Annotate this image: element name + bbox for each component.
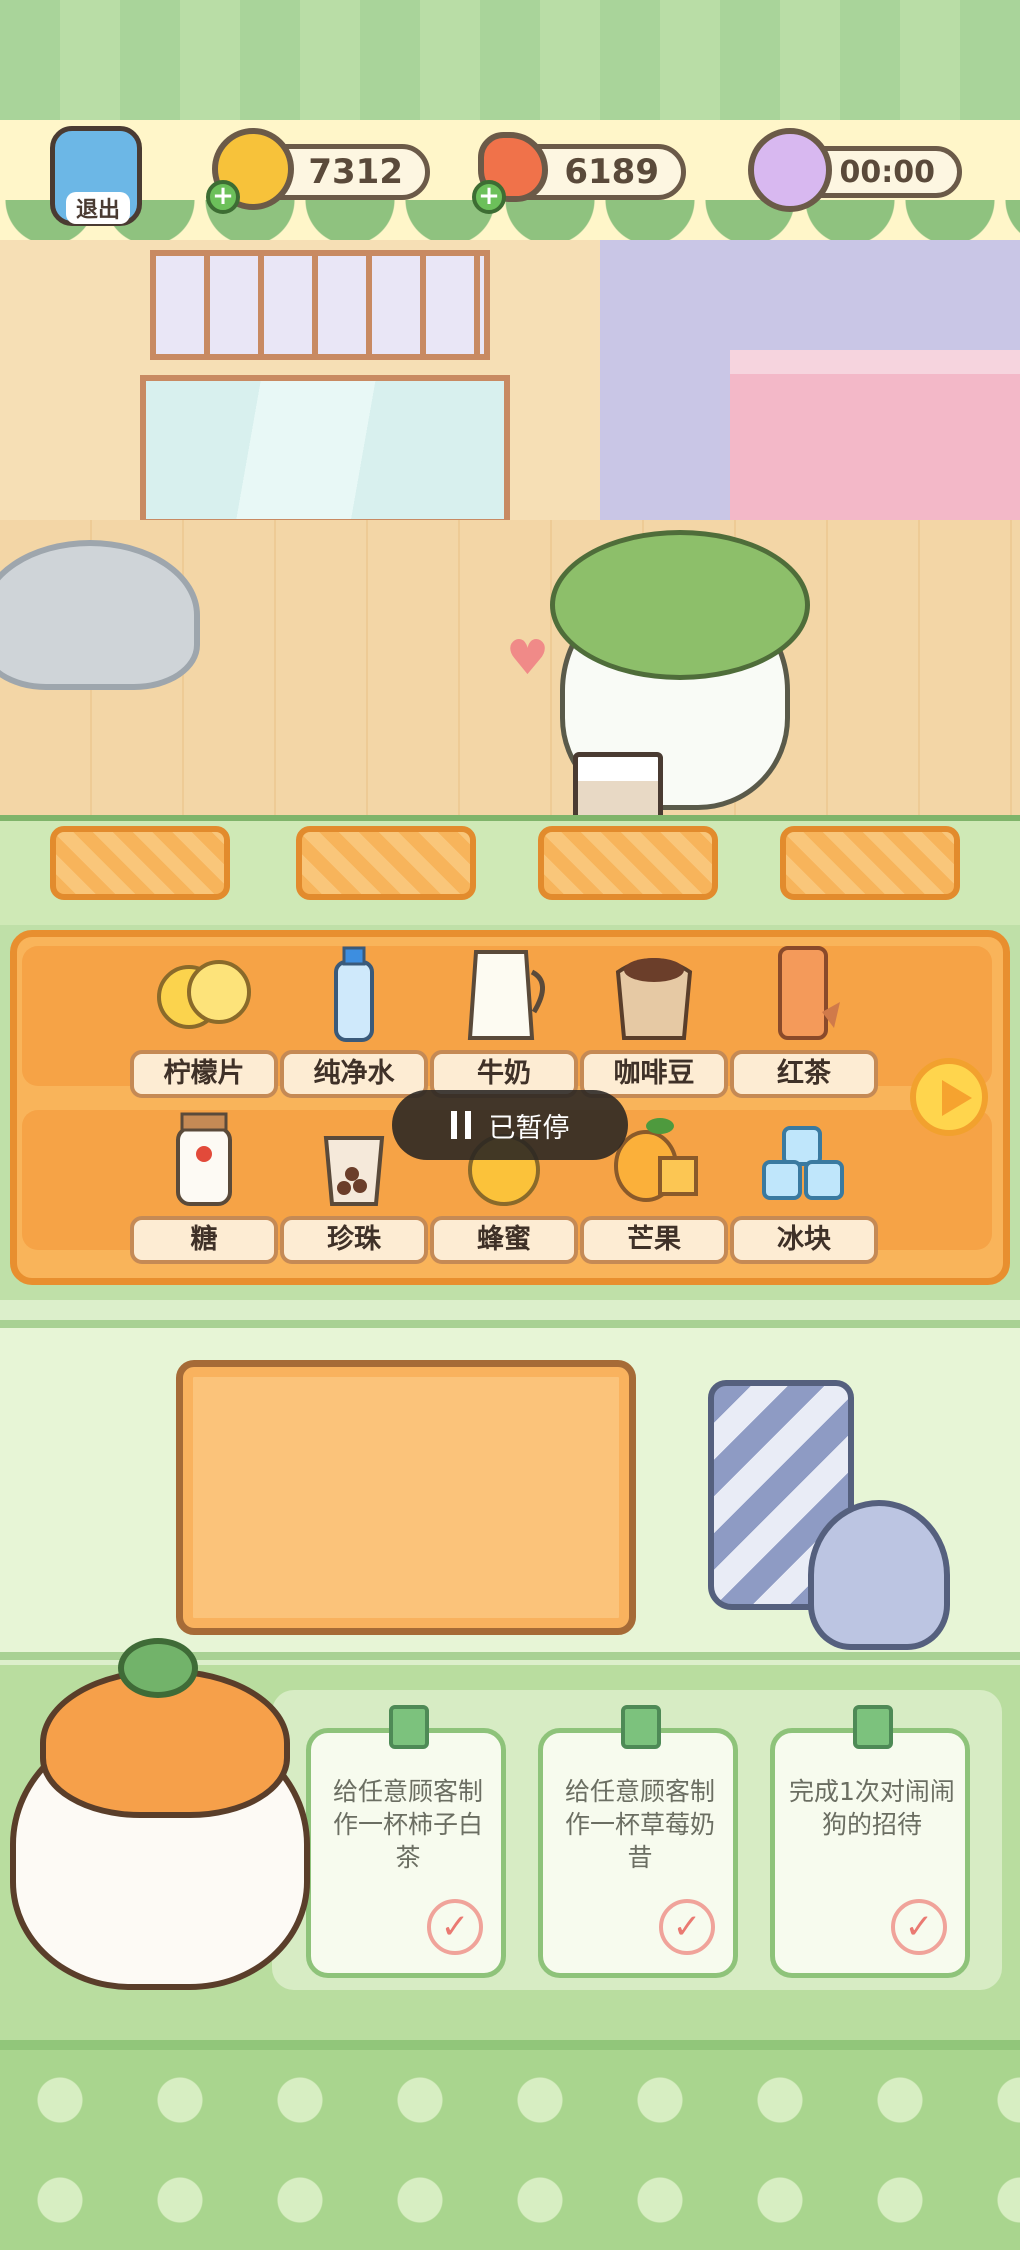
ingredient-label: 冰块 (730, 1216, 878, 1264)
grass-ground (0, 2040, 1020, 2250)
shaker-lid[interactable] (808, 1500, 950, 1650)
check-icon: ✓ (427, 1899, 483, 1955)
ingredient-coffee-beans[interactable]: 咖啡豆 (580, 938, 728, 1108)
ingredient-lemon-slices[interactable]: 柠檬片 (130, 938, 278, 1108)
task-text: 给任意顾客制作一杯柿子白茶 (332, 1777, 483, 1872)
ingredient-label: 蜂蜜 (430, 1216, 578, 1264)
black-tea-glass-icon (754, 938, 854, 1046)
ingredient-label: 糖 (130, 1216, 278, 1264)
ingredient-pure-water[interactable]: 纯净水 (280, 938, 428, 1108)
timer-value: 00:00 (839, 154, 936, 190)
serving-slot-1[interactable] (50, 826, 230, 900)
heart-icon: ♥ (506, 630, 550, 686)
task-card[interactable]: 给任意顾客制作一杯柿子白茶 ✓ (306, 1705, 506, 1978)
add-coins-button[interactable]: + (206, 180, 240, 214)
ingredient-label: 珍珠 (280, 1216, 428, 1264)
next-page-arrow-button[interactable] (910, 1058, 988, 1136)
pause-icon (450, 1111, 471, 1139)
helper-leaf (118, 1638, 198, 1698)
milk-jug-icon (454, 938, 554, 1046)
alarm-clock-icon (748, 128, 832, 212)
ingredient-black-tea[interactable]: 红茶 (730, 938, 878, 1108)
ingredient-ice[interactable]: 冰块 (730, 1104, 878, 1274)
ingredient-label: 柠檬片 (130, 1050, 278, 1098)
task-tag-icon (621, 1705, 661, 1749)
boba-pearls-icon (304, 1104, 404, 1212)
ingredient-label: 红茶 (730, 1050, 878, 1098)
coffee-bean-sack-icon (604, 938, 704, 1046)
task-text: 给任意顾客制作一杯草莓奶昔 (564, 1777, 715, 1872)
pink-building (730, 350, 1020, 520)
shop-glass-front (140, 375, 510, 525)
sugar-jar-icon (154, 1104, 254, 1212)
lemon-slices-icon (154, 938, 254, 1046)
carrot-count: 6189 (564, 152, 659, 192)
task-text: 完成1次对闹闹狗的招待 (789, 1777, 955, 1839)
prep-tray[interactable] (176, 1360, 636, 1635)
customer-hair (550, 530, 810, 680)
task-card[interactable]: 完成1次对闹闹狗的招待 ✓ (770, 1705, 970, 1978)
task-tag-icon (853, 1705, 893, 1749)
paused-toast[interactable]: 已暂停 (392, 1090, 628, 1160)
serving-slot-3[interactable] (538, 826, 718, 900)
ingredient-milk[interactable]: 牛奶 (430, 938, 578, 1108)
serving-slot-4[interactable] (780, 826, 960, 900)
coin-count: 7312 (308, 152, 403, 192)
task-card[interactable]: 给任意顾客制作一杯草莓奶昔 ✓ (538, 1705, 738, 1978)
exit-label: 退出 (66, 192, 130, 224)
task-tag-icon (389, 1705, 429, 1749)
check-icon: ✓ (659, 1899, 715, 1955)
check-icon: ✓ (891, 1899, 947, 1955)
ice-cubes-icon (754, 1104, 854, 1212)
ingredient-label: 纯净水 (280, 1050, 428, 1098)
water-bottle-icon (304, 938, 404, 1046)
paused-text: 已暂停 (488, 1112, 570, 1144)
serving-slot-2[interactable] (296, 826, 476, 900)
ingredient-sugar[interactable]: 糖 (130, 1104, 278, 1274)
shop-window (150, 250, 490, 360)
ingredient-label: 芒果 (580, 1216, 728, 1264)
add-carrots-button[interactable]: + (472, 180, 506, 214)
